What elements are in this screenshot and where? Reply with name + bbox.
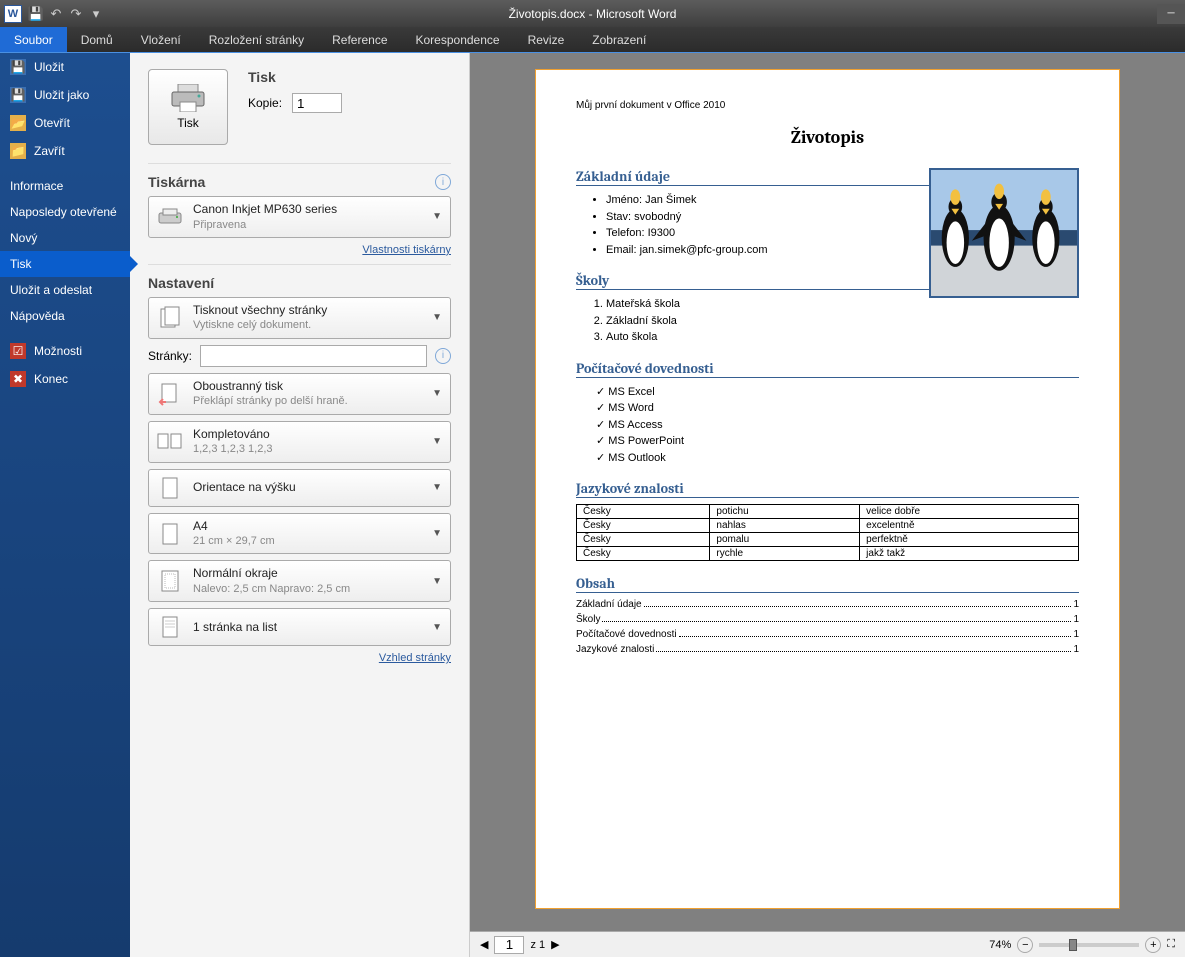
doc-title: Životopis — [576, 127, 1079, 148]
print-scope-dropdown[interactable]: Tisknout všechny stránkyVytiskne celý do… — [148, 297, 451, 339]
pages-icon — [157, 305, 183, 331]
preview-page: Můj první dokument v Office 2010 Životop… — [535, 69, 1120, 909]
window-minimize[interactable]: ─ — [1157, 4, 1185, 24]
qat-redo[interactable]: ↷ — [66, 4, 86, 24]
printer-dropdown[interactable]: Canon Inkjet MP630 seriesPřipravena ▼ — [148, 196, 451, 238]
document-title: Životopis.docx - Microsoft Word — [0, 7, 1185, 21]
tab-reference[interactable]: Reference — [318, 27, 401, 52]
doc-table-jazyky: Českypotichuvelice dobře Českynahlasexce… — [576, 504, 1079, 561]
tab-domu[interactable]: Domů — [67, 27, 127, 52]
sidebar-novy[interactable]: Nový — [0, 225, 130, 251]
qat-save[interactable]: 💾 — [26, 4, 46, 24]
duplex-dropdown[interactable]: Oboustranný tiskPřeklápí stránky po delš… — [148, 373, 451, 415]
prev-page-button[interactable]: ◀ — [480, 938, 488, 951]
zoom-label: 74% — [989, 939, 1011, 951]
sidebar-informace[interactable]: Informace — [0, 173, 130, 199]
chevron-down-icon: ▼ — [432, 388, 442, 399]
copies-input[interactable] — [292, 93, 342, 113]
doc-toc: Základní údaje1 Školy1 Počítačové dovedn… — [576, 599, 1079, 655]
persheet-dropdown[interactable]: 1 stránka na list ▼ — [148, 608, 451, 646]
tab-revize[interactable]: Revize — [514, 27, 579, 52]
copies-label: Kopie: — [248, 96, 282, 110]
saveas-icon: 💾 — [10, 87, 26, 103]
chevron-down-icon: ▼ — [432, 436, 442, 447]
save-icon: 💾 — [10, 59, 26, 75]
sidebar-otevrit[interactable]: 📂Otevřít — [0, 109, 130, 137]
duplex-icon — [157, 381, 183, 407]
folder-close-icon: 📁 — [10, 143, 26, 159]
zoom-out-button[interactable]: − — [1017, 937, 1033, 953]
options-icon: ☑ — [10, 343, 26, 359]
tab-zobrazeni[interactable]: Zobrazení — [578, 27, 660, 52]
chevron-down-icon: ▼ — [432, 622, 442, 633]
pagesize-dropdown[interactable]: A421 cm × 29,7 cm ▼ — [148, 513, 451, 555]
page-input[interactable] — [494, 936, 524, 954]
margins-dropdown[interactable]: Normální okrajeNalevo: 2,5 cm Napravo: 2… — [148, 560, 451, 602]
ribbon-tabs: Soubor Domů Vložení Rozložení stránky Re… — [0, 27, 1185, 53]
exit-icon: ✖ — [10, 371, 26, 387]
doc-list-skoly: Mateřská školaZákladní školaAuto škola — [606, 296, 1079, 346]
qat-undo[interactable]: ↶ — [46, 4, 66, 24]
pages-info-icon[interactable]: i — [435, 348, 451, 364]
print-panel: Tisk Tisk Kopie: Tiskárna i Canon Inkjet … — [130, 53, 470, 957]
page-of-label: z 1 — [530, 939, 545, 951]
title-bar: W 💾 ↶ ↷ ▾ Životopis.docx - Microsoft Wor… — [0, 0, 1185, 27]
settings-heading: Nastavení — [148, 275, 214, 291]
printer-info-icon[interactable]: i — [435, 174, 451, 190]
doc-header: Můj první dokument v Office 2010 — [576, 100, 1079, 111]
word-icon: W — [4, 5, 22, 23]
printer-heading: Tiskárna — [148, 174, 205, 190]
fit-page-icon[interactable]: ⛶ — [1167, 938, 1175, 951]
doc-list-pocitac: ✓ MS Excel ✓ MS Word ✓ MS Access ✓ MS Po… — [596, 384, 1079, 467]
chevron-down-icon: ▼ — [432, 576, 442, 587]
doc-photo — [929, 168, 1079, 298]
margins-icon — [157, 568, 183, 594]
sidebar-ulozit-jako[interactable]: 💾Uložit jako — [0, 81, 130, 109]
pages-label: Stránky: — [148, 349, 192, 363]
collate-dropdown[interactable]: Kompletováno1,2,3 1,2,3 1,2,3 ▼ — [148, 421, 451, 463]
portrait-icon — [157, 475, 183, 501]
tab-soubor[interactable]: Soubor — [0, 27, 67, 52]
print-heading: Tisk — [248, 69, 342, 85]
persheet-icon — [157, 614, 183, 640]
tab-rozlozeni[interactable]: Rozložení stránky — [195, 27, 318, 52]
preview-navbar: ◀ z 1 ▶ 74% − + ⛶ — [470, 931, 1185, 957]
printer-device-icon — [157, 204, 183, 230]
chevron-down-icon: ▼ — [432, 528, 442, 539]
doc-h-obsah: Obsah — [576, 575, 1079, 593]
doc-h-jazyky: Jazykové znalosti — [576, 480, 1079, 498]
tab-vlozeni[interactable]: Vložení — [127, 27, 195, 52]
sidebar-moznosti[interactable]: ☑Možnosti — [0, 337, 130, 365]
chevron-down-icon: ▼ — [432, 211, 442, 222]
sidebar-ulozit-odeslat[interactable]: Uložit a odeslat — [0, 277, 130, 303]
chevron-down-icon: ▼ — [432, 312, 442, 323]
printer-icon — [170, 84, 206, 112]
page-setup-link[interactable]: Vzhled stránky — [148, 652, 451, 664]
doc-h-pocitac: Počítačové dovednosti — [576, 360, 1079, 378]
print-preview: Můj první dokument v Office 2010 Životop… — [470, 53, 1185, 957]
chevron-down-icon: ▼ — [432, 482, 442, 493]
sidebar-tisk[interactable]: Tisk — [0, 251, 130, 277]
sidebar-ulozit[interactable]: 💾Uložit — [0, 53, 130, 81]
sidebar-naposledny[interactable]: Naposledy otevřené — [0, 199, 130, 225]
printer-properties-link[interactable]: Vlastnosti tiskárny — [148, 244, 451, 256]
zoom-in-button[interactable]: + — [1145, 937, 1161, 953]
collate-icon — [157, 429, 183, 455]
sidebar-konec[interactable]: ✖Konec — [0, 365, 130, 393]
zoom-slider[interactable] — [1039, 943, 1139, 947]
folder-open-icon: 📂 — [10, 115, 26, 131]
pagesize-icon — [157, 521, 183, 547]
pages-input[interactable] — [200, 345, 427, 367]
backstage-sidebar: 💾Uložit 💾Uložit jako 📂Otevřít 📁Zavřít In… — [0, 53, 130, 957]
sidebar-napoveda[interactable]: Nápověda — [0, 303, 130, 329]
tab-korespondence[interactable]: Korespondence — [402, 27, 514, 52]
print-button[interactable]: Tisk — [148, 69, 228, 145]
sidebar-zavrit[interactable]: 📁Zavřít — [0, 137, 130, 165]
qat-more[interactable]: ▾ — [86, 4, 106, 24]
orientation-dropdown[interactable]: Orientace na výšku ▼ — [148, 469, 451, 507]
next-page-button[interactable]: ▶ — [551, 938, 559, 951]
